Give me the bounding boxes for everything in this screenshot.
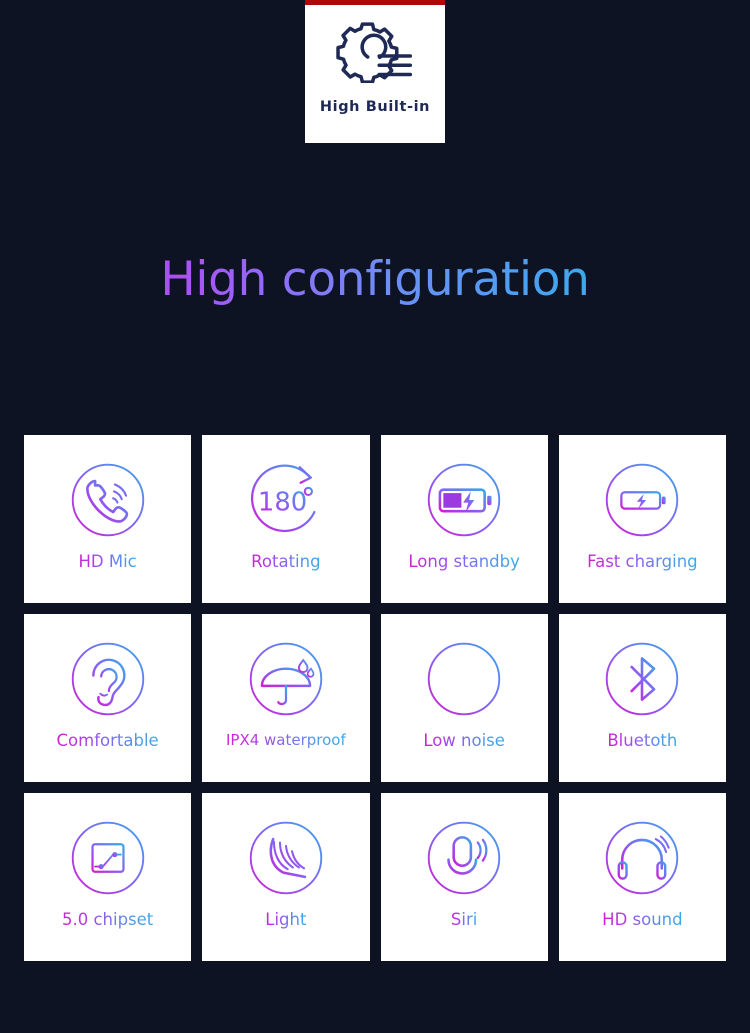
feature-card-chipset[interactable]: 5.0 chipset: [24, 793, 192, 961]
feature-label: HD Mic: [78, 552, 137, 571]
red-top-stripe: [305, 0, 445, 5]
microphone-voice-icon: [427, 821, 501, 895]
feature-label: Low noise: [423, 731, 505, 750]
feature-card-rotating[interactable]: 180 Rotating: [202, 435, 370, 603]
sound-wave-icon: [427, 642, 501, 716]
page-title: High configuration: [0, 252, 750, 307]
ear-icon: [71, 642, 144, 716]
high-built-in-badge: High Built-in: [305, 0, 445, 143]
feature-card-hd-mic[interactable]: HD Mic: [24, 435, 192, 603]
feature-label: IPX4 waterproof: [225, 731, 346, 749]
feature-label: HD sound: [602, 910, 683, 929]
umbrella-raindrops-icon: [249, 642, 323, 716]
feature-card-light[interactable]: Light: [202, 793, 370, 961]
feature-card-comfortable[interactable]: Comfortable: [24, 614, 192, 782]
promo-page: High Built-in High configuration HD Mic …: [0, 0, 750, 1033]
feature-card-siri[interactable]: Siri: [380, 793, 548, 961]
bluetooth-icon: [606, 642, 679, 716]
rotate-180-degrees-icon: 180: [250, 464, 316, 533]
feature-label: Comfortable: [56, 731, 159, 750]
feature-label: Fast charging: [587, 552, 698, 571]
feature-label: Siri: [450, 910, 478, 929]
feature-card-low-noise[interactable]: Low noise: [380, 614, 548, 782]
feature-label: Bluetoth: [607, 731, 678, 750]
feature-label: Long standby: [408, 552, 520, 571]
badge-label: High Built-in: [319, 99, 431, 115]
chip-circuit-icon: [71, 821, 144, 895]
feature-grid: HD Mic 180 Rotating Long standby Fast ch…: [24, 435, 726, 961]
feature-card-bluetooth[interactable]: Bluetoth: [558, 614, 726, 782]
svg-text:180: 180: [258, 487, 307, 517]
phone-call-icon: [71, 463, 144, 537]
feature-label: Rotating: [251, 552, 321, 571]
feather-icon: [249, 821, 323, 895]
battery-bolt-icon: [606, 463, 679, 537]
feature-card-long-standby[interactable]: Long standby: [380, 435, 548, 603]
gear-settings-icon: [336, 22, 413, 83]
feature-card-fast-charging[interactable]: Fast charging: [558, 435, 726, 603]
feature-card-hd-sound[interactable]: HD sound: [558, 793, 726, 961]
feature-label: 5.0 chipset: [61, 910, 154, 929]
battery-full-charge-icon: [427, 463, 501, 537]
feature-card-ipx4-waterproof[interactable]: IPX4 waterproof: [202, 614, 370, 782]
feature-label: Light: [265, 910, 307, 929]
headphones-icon: [606, 821, 679, 895]
